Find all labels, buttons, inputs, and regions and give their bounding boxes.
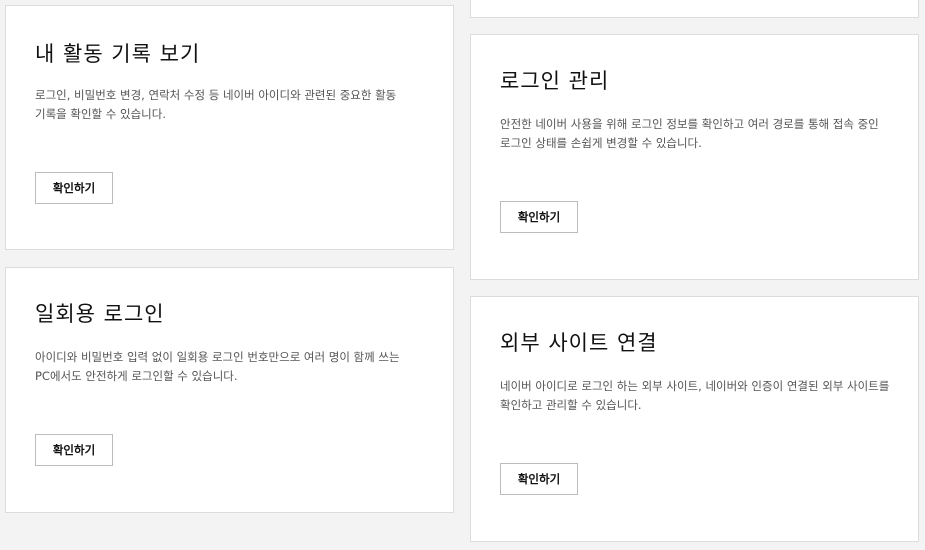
- one-time-login-confirm-button[interactable]: 확인하기: [35, 434, 113, 466]
- external-site-connection-confirm-button[interactable]: 확인하기: [500, 463, 578, 495]
- login-management-title: 로그인 관리: [500, 69, 610, 93]
- activity-history-card: 내 활동 기록 보기 로그인, 비밀번호 변경, 연락처 수정 등 네이버 아이…: [5, 5, 454, 250]
- one-time-login-description: 아이디와 비밀번호 입력 없이 일회용 로그인 번호만으로 여러 명이 함께 쓰…: [35, 350, 400, 383]
- partial-card-top-right: [470, 0, 919, 18]
- activity-history-title: 내 활동 기록 보기: [35, 42, 201, 66]
- login-management-confirm-button[interactable]: 확인하기: [500, 201, 578, 233]
- activity-history-confirm-button[interactable]: 확인하기: [35, 172, 113, 204]
- external-site-connection-title: 외부 사이트 연결: [500, 331, 658, 355]
- login-management-description: 안전한 네이버 사용을 위해 로그인 정보를 확인하고 여러 경로를 통해 접속…: [500, 117, 879, 150]
- login-management-card: 로그인 관리 안전한 네이버 사용을 위해 로그인 정보를 확인하고 여러 경로…: [470, 34, 919, 280]
- external-site-connection-card: 외부 사이트 연결 네이버 아이디로 로그인 하는 외부 사이트, 네이버와 인…: [470, 296, 919, 542]
- external-site-connection-description: 네이버 아이디로 로그인 하는 외부 사이트, 네이버와 인증이 연결된 외부 …: [500, 379, 890, 412]
- one-time-login-card: 일회용 로그인 아이디와 비밀번호 입력 없이 일회용 로그인 번호만으로 여러…: [5, 267, 454, 513]
- one-time-login-title: 일회용 로그인: [35, 302, 165, 326]
- activity-history-description: 로그인, 비밀번호 변경, 연락처 수정 등 네이버 아이디와 관련된 중요한 …: [35, 88, 397, 121]
